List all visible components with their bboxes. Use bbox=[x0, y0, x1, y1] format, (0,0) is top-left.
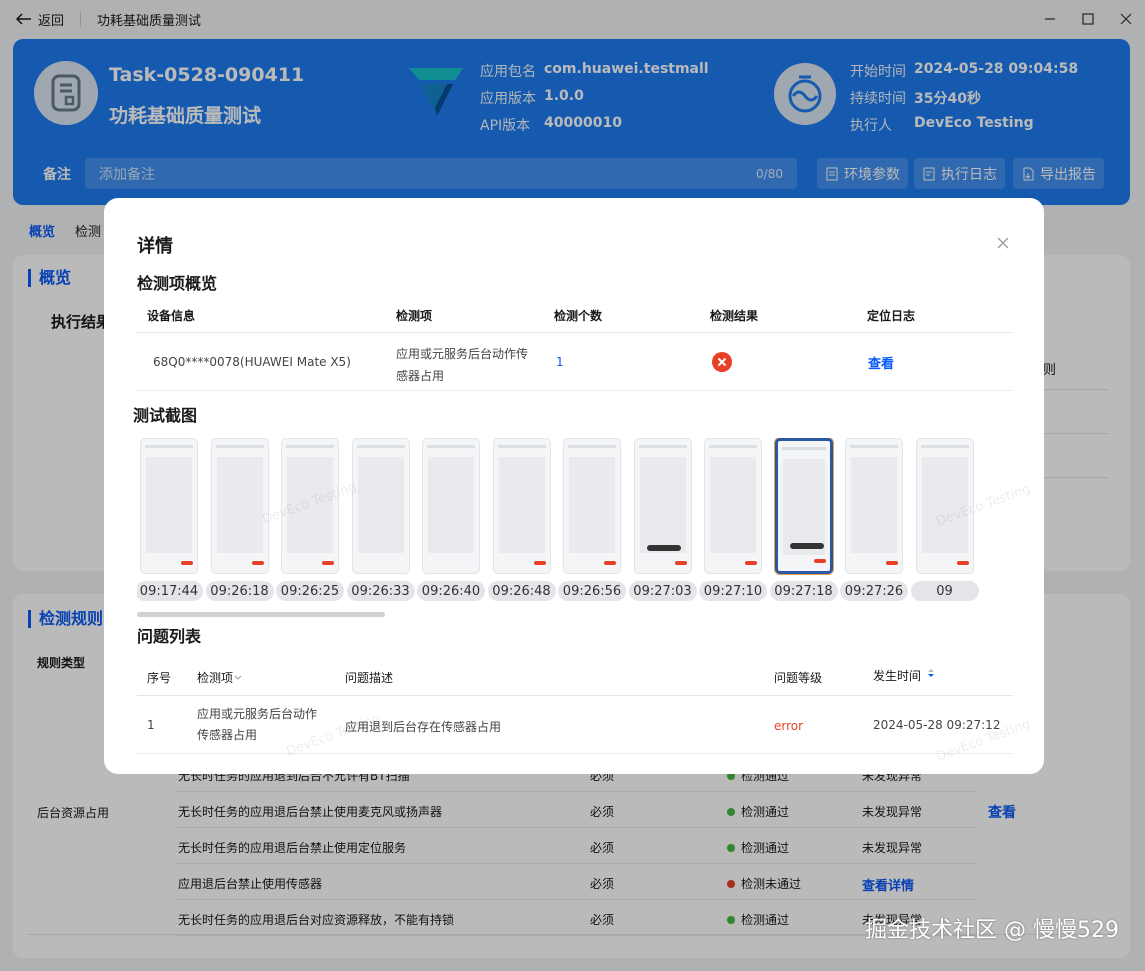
screenshot-time: 09:26:48 bbox=[487, 581, 556, 601]
col-result: 检测结果 bbox=[710, 309, 759, 323]
screenshot-thumbnail[interactable] bbox=[563, 438, 621, 574]
col-no: 序号 bbox=[147, 671, 172, 685]
issue-table-header: 序号 检测项 问题描述 问题等级 发生时间 bbox=[137, 656, 1013, 696]
col-item: 检测项 bbox=[396, 309, 433, 323]
screenshot-thumbnail[interactable] bbox=[210, 438, 269, 574]
screenshot-thumbnail[interactable] bbox=[845, 438, 903, 574]
col-time-label: 发生时间 bbox=[873, 669, 922, 683]
screenshot-time: 09:26:33 bbox=[346, 581, 415, 601]
issue-no: 1 bbox=[147, 718, 155, 732]
check-item: 应用或元服务后台动作传 感器占用 bbox=[396, 343, 528, 387]
check-item-line: 感器占用 bbox=[396, 369, 445, 383]
screenshot-thumbnail[interactable] bbox=[704, 438, 762, 574]
horizontal-scrollbar[interactable] bbox=[137, 612, 385, 617]
col-level: 问题等级 bbox=[774, 671, 823, 685]
screenshot-thumbnail[interactable] bbox=[633, 438, 692, 574]
modal-title: 详情 bbox=[137, 236, 173, 257]
sort-icon bbox=[928, 669, 935, 677]
screenshot-time: 09:26:18 bbox=[205, 581, 274, 601]
issues-title: 问题列表 bbox=[137, 627, 202, 646]
col-log: 定位日志 bbox=[867, 309, 916, 323]
screenshot-time: 09:26:56 bbox=[558, 581, 626, 601]
table-row: 1 应用或元服务后台动作 传感器占用 应用退到后台存在传感器占用 error 20… bbox=[137, 696, 1013, 754]
table-row: 68Q0****0078(HUAWEI Mate X5) 应用或元服务后台动作传… bbox=[137, 333, 1013, 391]
view-log-link[interactable]: 查看 bbox=[868, 353, 894, 372]
screenshot-thumbnail[interactable] bbox=[492, 438, 551, 574]
issue-level: error bbox=[774, 719, 804, 733]
overview-section-title: 检测项概览 bbox=[137, 274, 218, 293]
screenshot-time: 09:26:40 bbox=[417, 581, 485, 601]
device-info: 68Q0****0078(HUAWEI Mate X5) bbox=[153, 355, 351, 369]
check-count[interactable]: 1 bbox=[556, 355, 564, 369]
col-item-label: 检测项 bbox=[197, 671, 234, 685]
overview-table-header: 设备信息 检测项 检测个数 检测结果 定位日志 bbox=[137, 297, 1013, 333]
screenshot-time: 09:27:18 bbox=[769, 581, 838, 601]
issue-item-line: 应用或元服务后台动作 bbox=[197, 707, 318, 721]
col-time-sortable[interactable]: 发生时间 bbox=[873, 666, 937, 684]
screenshots-title: 测试截图 bbox=[133, 406, 198, 425]
details-modal: 详情 检测项概览 设备信息 检测项 检测个数 检测结果 定位日志 68Q0***… bbox=[104, 198, 1044, 774]
col-desc: 问题描述 bbox=[345, 671, 394, 685]
fail-icon bbox=[712, 352, 732, 375]
issue-time: 2024-05-28 09:27:12 bbox=[873, 718, 1001, 732]
screenshot-time: 09:27:03 bbox=[628, 581, 697, 601]
screenshot-thumbnail[interactable] bbox=[774, 438, 833, 574]
screenshot-thumbnail[interactable] bbox=[140, 438, 198, 574]
screenshot-time: 09:17:44 bbox=[137, 581, 203, 601]
col-device: 设备信息 bbox=[147, 309, 196, 323]
footer-watermark: 掘金技术社区 @ 慢慢529 bbox=[865, 918, 1119, 943]
col-item-sortable[interactable]: 检测项 bbox=[197, 669, 243, 686]
screenshot-thumbnail[interactable] bbox=[351, 438, 410, 574]
close-icon bbox=[997, 237, 1009, 249]
check-item-line: 应用或元服务后台动作传 bbox=[396, 347, 529, 361]
screenshot-time: 09:26:25 bbox=[276, 581, 344, 601]
screenshot-time: 09:27:10 bbox=[699, 581, 767, 601]
screenshot-time: 09:27:26 bbox=[840, 581, 908, 601]
screenshot-time: 09 bbox=[910, 581, 979, 601]
chevron-down-icon bbox=[234, 675, 242, 680]
modal-close-button[interactable] bbox=[997, 234, 1009, 253]
screenshot-thumbnail[interactable] bbox=[422, 438, 480, 574]
col-count: 检测个数 bbox=[554, 309, 603, 323]
